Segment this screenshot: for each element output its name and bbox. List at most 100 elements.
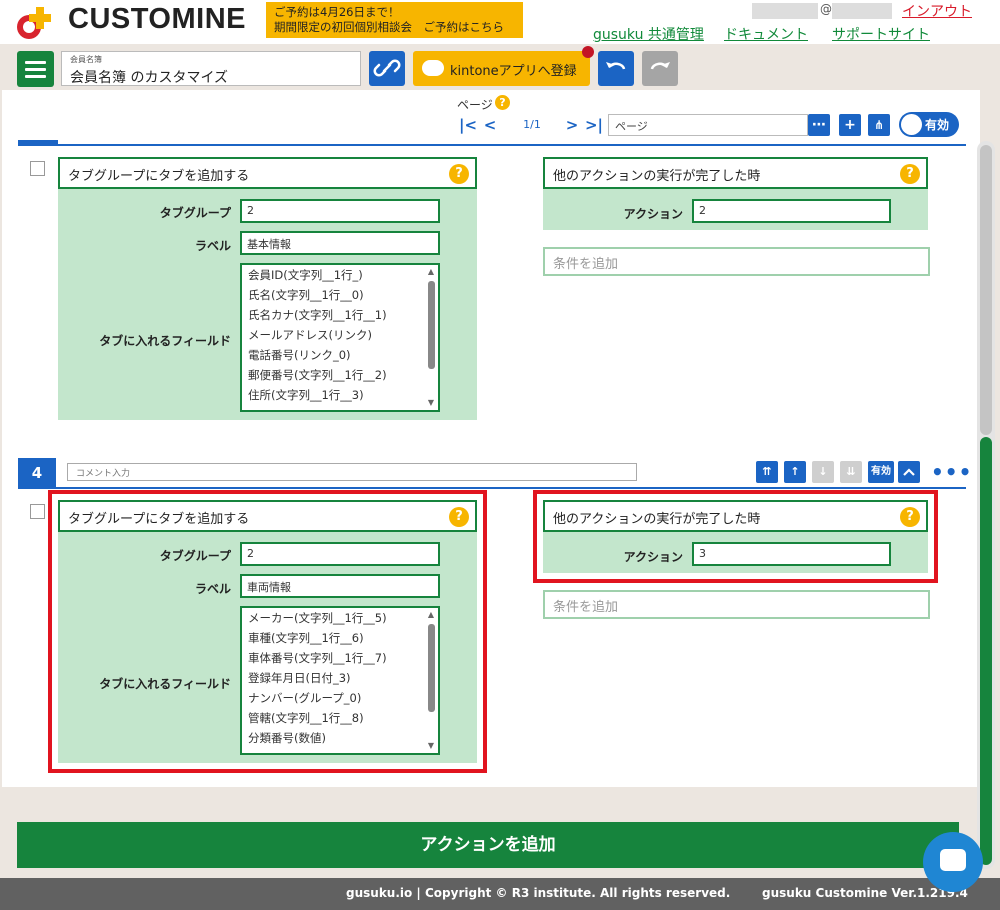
row-4-trigger-title: 他のアクションの実行が完了した時 xyxy=(553,512,761,527)
add-page-button[interactable]: + xyxy=(839,114,861,136)
scroll-down-icon[interactable]: ▼ xyxy=(426,398,436,408)
row-4-trigger-action-input[interactable]: 3 xyxy=(692,542,891,566)
promo-line-1: ご予約は4月26日まで！ xyxy=(274,5,400,19)
page-help-icon[interactable]: ? xyxy=(495,95,510,110)
undo-button[interactable] xyxy=(598,51,634,86)
move-bottom-button[interactable]: ⇊ xyxy=(840,461,862,483)
move-down-button[interactable]: ↓ xyxy=(812,461,834,483)
list-item[interactable]: 郵便番号(文字列__1行__2) xyxy=(242,365,438,385)
user-at-symbol: @ xyxy=(820,2,832,16)
scroll-thumb[interactable] xyxy=(428,281,435,369)
list-item[interactable]: メーカー(文字列__1行__5) xyxy=(242,608,438,628)
row-4-enable-button[interactable]: 有効 xyxy=(868,461,894,483)
row-4-label-label: ラベル xyxy=(194,582,231,596)
row-3-tabgroup-input[interactable]: 2 xyxy=(240,199,440,223)
version-text: gusuku Customine Ver.1.219.4 xyxy=(762,886,968,900)
page-more-button[interactable]: ⋯ xyxy=(808,114,830,136)
logout-link[interactable]: インアウト xyxy=(902,1,972,21)
user-name-masked xyxy=(752,3,818,19)
collapse-button[interactable] xyxy=(898,461,920,483)
row-4-action-card: タブグループにタブを追加する ? タブグループ 2 ラベル 車両情報 タブに入れ… xyxy=(58,500,477,763)
row-4-comment-input[interactable]: コメント入力 xyxy=(67,463,637,481)
register-to-kintone-button[interactable]: kintoneアプリへ登録 xyxy=(413,51,590,86)
chat-bubble-icon xyxy=(940,849,966,871)
row-4-checkbox[interactable] xyxy=(30,504,45,519)
chat-support-button[interactable] xyxy=(923,832,983,892)
row-3-trigger-action-input[interactable]: 2 xyxy=(692,199,891,223)
list-item[interactable]: 住所(文字列__1行__3) xyxy=(242,385,438,405)
page-count: 1/1 xyxy=(523,118,541,131)
section-tab-marker xyxy=(18,140,58,144)
row-3-label-label: ラベル xyxy=(194,239,231,253)
row-4-trigger-action-label: アクション xyxy=(623,550,683,564)
row-4-fields-listbox[interactable]: メーカー(文字列__1行__5) 車種(文字列__1行__6) 車体番号(文字列… xyxy=(240,606,440,755)
row-4-tabgroup-input[interactable]: 2 xyxy=(240,542,440,566)
scroll-thumb[interactable] xyxy=(428,624,435,712)
enable-toggle[interactable]: 有効 xyxy=(899,112,959,137)
row-3-label-input[interactable]: 基本情報 xyxy=(240,231,440,255)
row-4-more-button[interactable]: ••• xyxy=(931,460,972,484)
app-name-field[interactable]: 会員名簿 会員名簿 のカスタマイズ xyxy=(61,51,361,86)
share-icon-button[interactable]: ⋔ xyxy=(868,114,890,136)
row-3-action-header: タブグループにタブを追加する ? xyxy=(58,157,477,189)
first-page-button[interactable]: |< xyxy=(458,115,478,135)
row-3-fields-listbox[interactable]: 会員ID(文字列__1行_) 氏名(文字列__1行__0) 氏名カナ(文字列__… xyxy=(240,263,440,412)
page-name-input[interactable]: ページ xyxy=(608,114,808,136)
scroll-up-icon[interactable]: ▲ xyxy=(426,610,436,620)
scroll-thumb[interactable] xyxy=(980,437,992,865)
menu-button[interactable] xyxy=(17,51,54,87)
page-scrollbar[interactable] xyxy=(977,141,995,869)
hamburger-icon xyxy=(25,61,46,64)
scroll-up-icon[interactable]: ▲ xyxy=(426,267,436,277)
list-item[interactable]: 車種(文字列__1行__6) xyxy=(242,628,438,648)
row-3-action-title: タブグループにタブを追加する xyxy=(68,169,250,184)
row-4-number: 4 xyxy=(18,458,56,488)
row-4-tabgroup-label: タブグループ xyxy=(159,549,231,563)
prev-page-button[interactable]: < xyxy=(480,115,500,135)
redo-button[interactable] xyxy=(642,51,678,86)
promo-banner[interactable]: ご予約は4月26日まで！ 期間限定の初回個別相談会 ご予約はこちら xyxy=(266,2,523,38)
list-item[interactable]: 氏名カナ(文字列__1行__1) xyxy=(242,305,438,325)
list-item[interactable]: 登録年月日(日付_3) xyxy=(242,668,438,688)
common-admin-link[interactable]: gusuku 共通管理 xyxy=(593,24,704,44)
add-action-button[interactable]: アクションを追加 xyxy=(17,822,959,868)
row-4-listbox-scrollbar[interactable]: ▲ ▼ xyxy=(426,610,436,751)
copyright-text: gusuku.io | Copyright © R3 institute. Al… xyxy=(346,886,731,900)
list-item[interactable]: 車体番号(文字列__1行__7) xyxy=(242,648,438,668)
last-page-button[interactable]: >| xyxy=(584,115,604,135)
row-3-trigger-action-label: アクション xyxy=(623,207,683,221)
documents-link[interactable]: ドキュメント xyxy=(724,24,808,44)
scroll-down-icon[interactable]: ▼ xyxy=(426,741,436,751)
next-page-button[interactable]: > xyxy=(562,115,582,135)
list-item[interactable]: 氏名(文字列__1行__0) xyxy=(242,285,438,305)
row-3-action-help-icon[interactable]: ? xyxy=(449,164,469,184)
list-item[interactable]: 電話番号(リンク_0) xyxy=(242,345,438,365)
link-icon xyxy=(373,59,401,77)
app-header: CUSTOMINE ご予約は4月26日まで！ 期間限定の初回個別相談会 ご予約は… xyxy=(0,0,1000,44)
row-3-trigger-help-icon[interactable]: ? xyxy=(900,164,920,184)
app-name-label: 会員名簿 xyxy=(70,55,102,64)
link-button[interactable] xyxy=(369,51,405,86)
row-4-trigger-help-icon[interactable]: ? xyxy=(900,507,920,527)
list-item[interactable]: 会員ID(文字列__1行_) xyxy=(242,265,438,285)
user-domain-masked xyxy=(832,3,892,19)
move-top-button[interactable]: ⇈ xyxy=(756,461,778,483)
support-site-link[interactable]: サポートサイト xyxy=(832,24,930,44)
row-3-trigger-card: 他のアクションの実行が完了した時 ? アクション 2 xyxy=(543,157,928,230)
row-4-label-input[interactable]: 車両情報 xyxy=(240,574,440,598)
list-item[interactable]: 分類番号(数値) xyxy=(242,728,438,748)
list-item[interactable]: ナンバー(グループ_0) xyxy=(242,688,438,708)
row-3-add-condition-field[interactable]: 条件を追加 xyxy=(543,247,930,276)
toggle-label: 有効 xyxy=(925,118,950,132)
scroll-track-upper[interactable] xyxy=(980,145,992,435)
row-3-checkbox[interactable] xyxy=(30,161,45,176)
move-up-button[interactable]: ↑ xyxy=(784,461,806,483)
row-3-tabgroup-label: タブグループ xyxy=(159,206,231,220)
row-4-add-condition-field[interactable]: 条件を追加 xyxy=(543,590,930,619)
hamburger-icon-bar xyxy=(25,75,46,78)
list-item[interactable]: メールアドレス(リンク) xyxy=(242,325,438,345)
row-3-listbox-scrollbar[interactable]: ▲ ▼ xyxy=(426,267,436,408)
list-item[interactable]: 管轄(文字列__1行__8) xyxy=(242,708,438,728)
app-name-value: 会員名簿 のカスタマイズ xyxy=(70,70,229,86)
row-4-action-help-icon[interactable]: ? xyxy=(449,507,469,527)
